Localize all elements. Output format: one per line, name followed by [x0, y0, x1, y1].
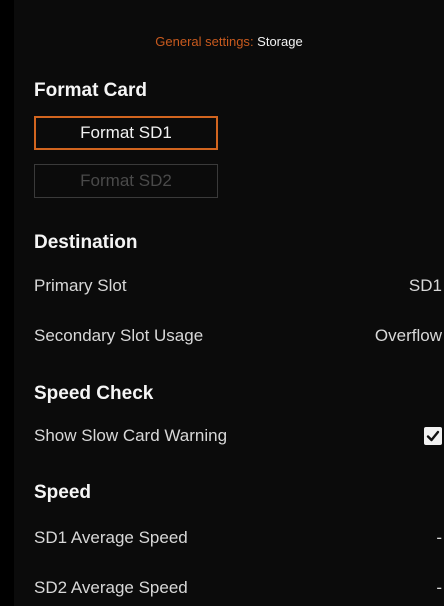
checkmark-icon: [426, 430, 440, 442]
primary-slot-label: Primary Slot: [34, 276, 127, 295]
sd2-average-speed-row: SD2 Average Speed -: [34, 574, 444, 602]
slow-card-warning-checkbox[interactable]: [424, 427, 442, 445]
format-sd2-button[interactable]: Format SD2: [34, 164, 218, 198]
breadcrumb-current: Storage: [253, 34, 303, 49]
slow-card-warning-label: Show Slow Card Warning: [34, 426, 228, 445]
secondary-slot-usage-row[interactable]: Secondary Slot Usage Overflow: [34, 322, 444, 350]
breadcrumb: General settings: Storage: [14, 34, 444, 49]
sd1-average-speed-label: SD1 Average Speed: [34, 528, 188, 547]
sd1-average-speed-row: SD1 Average Speed -: [34, 524, 444, 552]
destination-heading: Destination: [34, 232, 138, 253]
sd2-average-speed-value: -: [436, 578, 442, 597]
speed-check-heading: Speed Check: [34, 383, 154, 404]
primary-slot-row[interactable]: Primary Slot SD1: [34, 272, 444, 300]
sd2-average-speed-label: SD2 Average Speed: [34, 578, 188, 597]
speed-heading: Speed: [34, 482, 92, 503]
slow-card-warning-row[interactable]: Show Slow Card Warning: [34, 422, 444, 450]
breadcrumb-parent[interactable]: General settings: [155, 34, 250, 49]
settings-panel: General settings: Storage Format Card Fo…: [14, 0, 444, 606]
primary-slot-value: SD1: [408, 276, 442, 295]
sd1-average-speed-value: -: [436, 528, 442, 547]
secondary-slot-usage-value: Overflow: [374, 326, 442, 345]
format-card-heading: Format Card: [34, 80, 147, 101]
format-sd1-button[interactable]: Format SD1: [34, 116, 218, 150]
secondary-slot-usage-label: Secondary Slot Usage: [34, 326, 204, 345]
